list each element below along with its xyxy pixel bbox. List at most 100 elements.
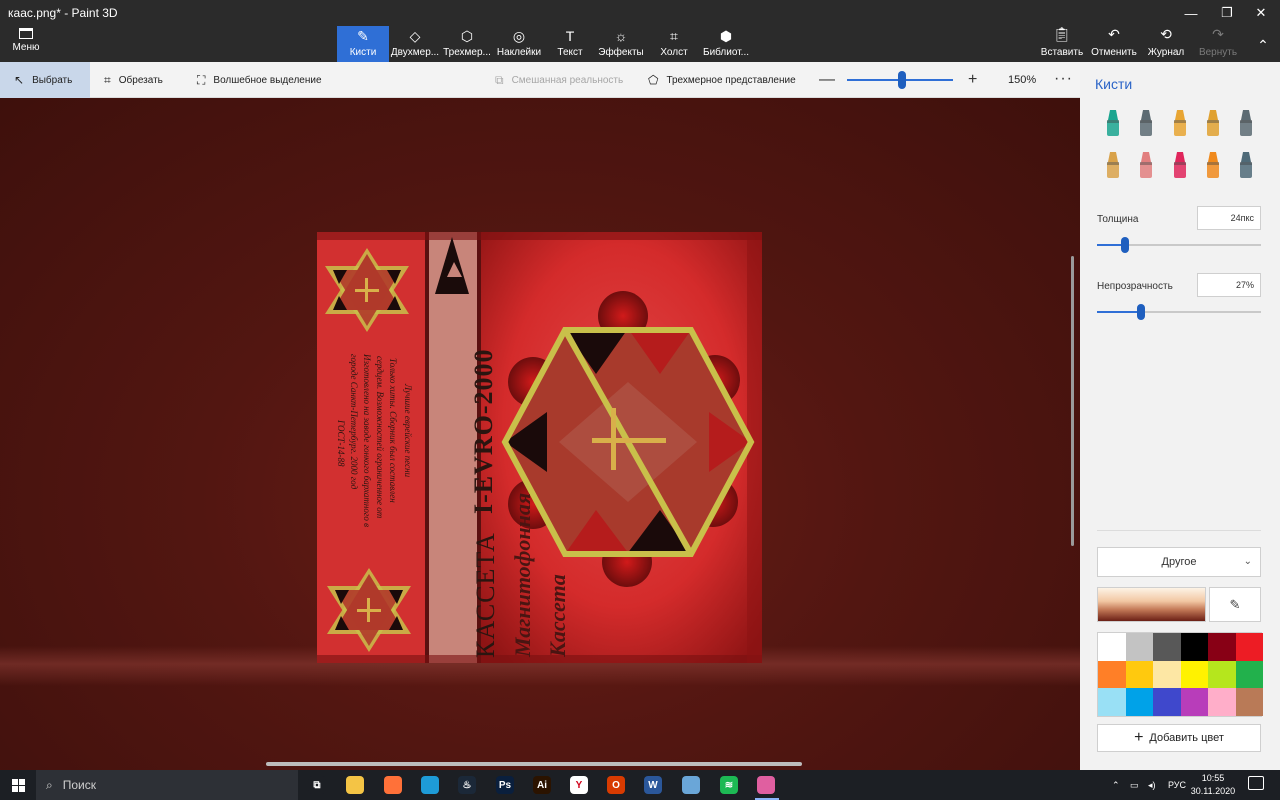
minimize-button[interactable]: — [1172,0,1210,26]
edge-icon[interactable] [421,776,439,794]
2d-shapes-icon: ◇ [409,28,421,44]
color-swatch[interactable] [1125,633,1153,661]
color-swatch[interactable] [1208,633,1236,661]
back-text-6: ГОСТ-14-88 [336,420,346,467]
paste-button[interactable]: 📋︎ Вставить [1040,26,1084,62]
canvas-area[interactable]: КАССЕТА I-EVRO-2000 Магнитофонная Кассет… [0,98,1080,770]
taskbar: ⌕ Поиск ⧉ ♨ Ps Ai Y O W ≋ ⌃ ▭ ◂) РУС 10:55 30.1… [0,770,1280,800]
redo-button[interactable]: ↷ Вернуть [1196,26,1240,62]
spray-can-icon[interactable] [1202,150,1224,180]
color-swatch[interactable] [1235,688,1263,716]
yandex-browser-icon[interactable]: Y [570,776,588,794]
zoom-in-button[interactable]: + [968,72,977,88]
collapse-ribbon-button[interactable]: ⌃ [1252,26,1274,62]
undo-label: Отменить [1091,47,1137,58]
taskbar-search[interactable]: ⌕ Поиск [36,770,298,800]
undo-button[interactable]: ↶ Отменить [1090,26,1138,62]
volume-tray-icon[interactable]: ◂) [1148,770,1156,800]
tab-label: Двухмер... [390,47,440,58]
language-indicator[interactable]: РУС [1168,770,1186,800]
tab-canvas[interactable]: ⌗ Холст [650,26,698,62]
tab-stickers[interactable]: ◎ Наклейки [493,26,545,62]
vertical-scrollbar[interactable] [1071,256,1074,546]
paint3d-icon[interactable] [757,776,775,794]
magic-select-tool[interactable]: ⛶ Волшебное выделение [197,62,322,98]
taskbar-clock[interactable]: 10:55 30.11.2020 [1188,772,1238,798]
crayon-icon[interactable] [1169,150,1191,180]
calligraphy-pen-icon[interactable] [1135,108,1157,138]
task-view-icon[interactable]: ⧉ [308,776,326,794]
tab-brushes[interactable]: ✎ Кисти [337,26,389,62]
color-swatch[interactable] [1208,688,1236,716]
color-swatch[interactable] [1125,660,1153,688]
panel-divider [1097,530,1261,531]
color-swatch[interactable] [1235,633,1263,661]
select-tool[interactable]: ↖ Выбрать [0,62,90,98]
opacity-slider-thumb[interactable] [1137,304,1146,320]
photoshop-icon[interactable]: Ps [496,776,514,794]
history-button[interactable]: ⟲ Журнал [1144,26,1188,62]
3d-view-toggle[interactable]: ⬠ Трехмерное представление [648,62,796,98]
mixed-reality-label: Смешанная реальность [511,74,624,86]
current-color-preview[interactable] [1097,587,1206,622]
word-icon[interactable]: W [644,776,662,794]
tab-3d-shapes[interactable]: ⬡ Трехмер... [441,26,493,62]
close-button[interactable]: ✕ [1242,0,1280,26]
notifications-icon[interactable] [1248,776,1264,790]
thickness-input[interactable]: 24пкс [1197,206,1261,230]
eyedropper-button[interactable]: ✎ [1209,587,1261,622]
pencil-icon[interactable] [1102,150,1124,180]
add-color-button[interactable]: + Добавить цвет [1097,724,1261,752]
color-swatch[interactable] [1180,660,1208,688]
spotify-icon[interactable]: ≋ [720,776,738,794]
illustrator-icon[interactable]: Ai [533,776,551,794]
watercolor-brush-icon[interactable] [1202,108,1224,138]
window-title: каас.png* - Paint 3D [8,6,118,20]
color-swatch[interactable] [1153,633,1181,661]
color-swatch[interactable] [1235,660,1263,688]
texture-dropdown[interactable]: Другое ⌄ [1097,547,1261,577]
more-options-button[interactable]: ··· [1054,70,1073,88]
color-swatch[interactable] [1153,660,1181,688]
office-icon[interactable]: O [607,776,625,794]
restore-button[interactable]: ❐ [1208,0,1246,26]
horizontal-scrollbar[interactable] [266,762,802,766]
tab-effects[interactable]: ☼ Эффекты [595,26,647,62]
tab-text[interactable]: T Текст [545,26,595,62]
title-bar: каас.png* - Paint 3D — ❐ ✕ Меню ✎ Кисти … [0,0,1280,62]
firefox-icon[interactable] [384,776,402,794]
color-swatch[interactable] [1180,688,1208,716]
color-swatch[interactable] [1098,688,1126,716]
opacity-slider-fill [1097,311,1142,313]
file-explorer-icon[interactable] [346,776,364,794]
crop-tool[interactable]: ⌗ Обрезать [104,62,163,98]
tray-chevron-icon[interactable]: ⌃ [1112,770,1120,800]
cassette-image[interactable]: КАССЕТА I-EVRO-2000 Магнитофонная Кассет… [317,232,762,663]
thickness-slider-thumb[interactable] [1120,237,1129,253]
eraser-icon[interactable] [1135,150,1157,180]
opacity-input[interactable]: 27% [1197,273,1261,297]
marker-brush-icon[interactable] [1102,108,1124,138]
color-swatch[interactable] [1153,688,1181,716]
redo-label: Вернуть [1198,47,1238,58]
mixed-reality-tool[interactable]: ⧉ Смешанная реальность [495,62,623,98]
paint-icon[interactable] [682,776,700,794]
back-text-4: Изготовлено на заводе гонкого бархатного… [362,354,372,528]
network-tray-icon[interactable]: ▭ [1130,770,1139,800]
zoom-out-button[interactable]: — [819,72,835,88]
tab-library[interactable]: ⬢ Библиот... [700,26,752,62]
zoom-slider-thumb[interactable] [898,71,907,89]
pixel-pen-icon[interactable] [1235,108,1257,138]
start-button[interactable] [0,770,36,800]
color-swatch[interactable] [1098,633,1126,661]
effects-icon: ☼ [614,28,628,44]
tab-2d-shapes[interactable]: ◇ Двухмер... [389,26,441,62]
steam-icon[interactable]: ♨ [458,776,476,794]
color-swatch[interactable] [1125,688,1153,716]
oil-brush-icon[interactable] [1169,108,1191,138]
color-swatch[interactable] [1180,633,1208,661]
color-swatch[interactable] [1098,660,1126,688]
menu-button[interactable]: Меню [6,26,46,60]
color-swatch[interactable] [1208,660,1236,688]
fill-bucket-icon[interactable] [1235,150,1257,180]
